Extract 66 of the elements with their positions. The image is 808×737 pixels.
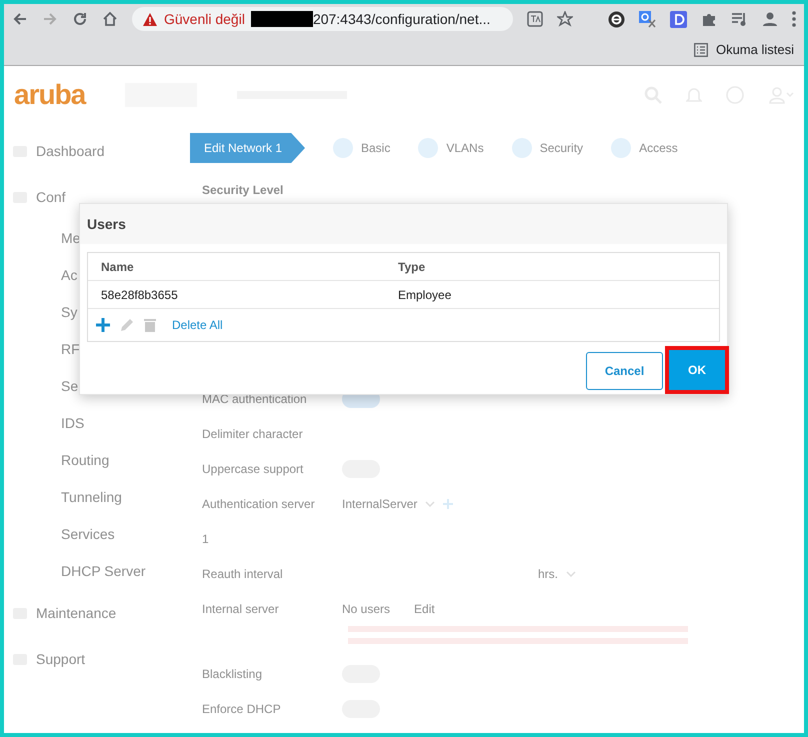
star-icon[interactable] xyxy=(556,11,573,27)
caret-icon xyxy=(425,500,436,506)
wizard-step[interactable]: Access xyxy=(639,139,678,157)
translate-icon[interactable] xyxy=(526,11,543,27)
sidebar-item[interactable]: Tunneling xyxy=(61,487,122,508)
profile-icon[interactable] xyxy=(762,11,778,27)
dropdown-value[interactable]: hrs. xyxy=(538,564,558,582)
step-circle-icon xyxy=(512,138,532,158)
ok-button[interactable]: OK xyxy=(669,350,725,390)
edit-link[interactable]: Edit xyxy=(414,600,435,618)
address-bar[interactable]: Güvenli değil 207:4343/configuration/net... xyxy=(132,7,513,31)
field-label: Authentication server xyxy=(202,496,315,510)
back-icon[interactable] xyxy=(12,11,28,27)
sidebar-item[interactable]: Services xyxy=(61,524,115,545)
field-label: MAC authentication xyxy=(202,392,307,406)
letter-d-icon[interactable] xyxy=(670,10,687,28)
security-warning-text: Güvenli değil xyxy=(164,10,245,29)
field-label: Blacklisting xyxy=(202,666,262,680)
sidebar-item[interactable]: IDS xyxy=(61,413,84,434)
sidebar-item[interactable]: Dashboard xyxy=(36,140,104,162)
warning-icon xyxy=(142,12,158,26)
wizard-step[interactable]: Basic xyxy=(361,139,390,157)
url-text: 207:4343/configuration/net... xyxy=(312,10,490,29)
puzzle-icon[interactable] xyxy=(701,11,717,27)
step-circle-icon xyxy=(418,138,438,158)
add-icon[interactable] xyxy=(96,318,110,332)
column-header: Name xyxy=(100,258,135,276)
delete-all-link[interactable]: Delete All xyxy=(172,316,223,334)
playlist-icon[interactable] xyxy=(731,11,748,27)
field-label: Security Level xyxy=(202,182,284,196)
sidebar-item[interactable]: Se xyxy=(61,376,78,397)
column-header: Type xyxy=(398,258,426,276)
sidebar-item[interactable]: Support xyxy=(36,648,86,670)
wizard-step[interactable]: VLANs xyxy=(446,139,484,157)
caret-icon xyxy=(566,570,576,576)
brand-logo: aruba xyxy=(14,78,86,112)
sidebar-item[interactable]: Routing xyxy=(61,450,110,471)
table-cell-text: Employee xyxy=(398,286,452,304)
sidebar-item[interactable]: RF xyxy=(61,339,80,360)
field-label: Enforce DHCP xyxy=(202,702,281,716)
dialog-title: Users xyxy=(87,214,126,234)
field-label: Internal server xyxy=(202,602,279,616)
field-label: Uppercase support xyxy=(202,462,304,476)
reading-list-button[interactable]: Okuma listesi xyxy=(694,40,794,60)
sidebar-item[interactable]: Sy xyxy=(61,302,78,323)
wizard-step[interactable]: Security xyxy=(540,139,584,157)
sidebar-item[interactable]: DHCP Server xyxy=(61,561,146,582)
table-cell-text: 58e28f8b3655 xyxy=(100,286,179,304)
step-circle-icon xyxy=(611,138,632,158)
field-value: No users xyxy=(342,600,390,618)
field-label: 1 xyxy=(202,532,209,546)
home-icon[interactable] xyxy=(102,11,118,27)
dropdown-value[interactable]: InternalServer xyxy=(342,494,418,512)
field-label: Delimiter character xyxy=(202,426,303,440)
sidebar-item[interactable]: Conf xyxy=(36,186,66,208)
cancel-button[interactable]: Cancel xyxy=(586,352,663,390)
sidebar-item[interactable]: Maintenance xyxy=(36,602,116,624)
step-circle-icon xyxy=(333,138,353,158)
wizard-step[interactable]: Edit Network 1 xyxy=(190,133,305,163)
sidebar-item[interactable]: Ac xyxy=(61,265,78,286)
sidebar-item[interactable]: Me xyxy=(61,228,80,249)
field-label: Reauth interval xyxy=(202,566,283,580)
more-options-icon[interactable] xyxy=(792,11,796,27)
list-icon xyxy=(694,42,708,56)
redaction-block xyxy=(250,11,313,27)
reload-icon[interactable] xyxy=(72,11,88,27)
